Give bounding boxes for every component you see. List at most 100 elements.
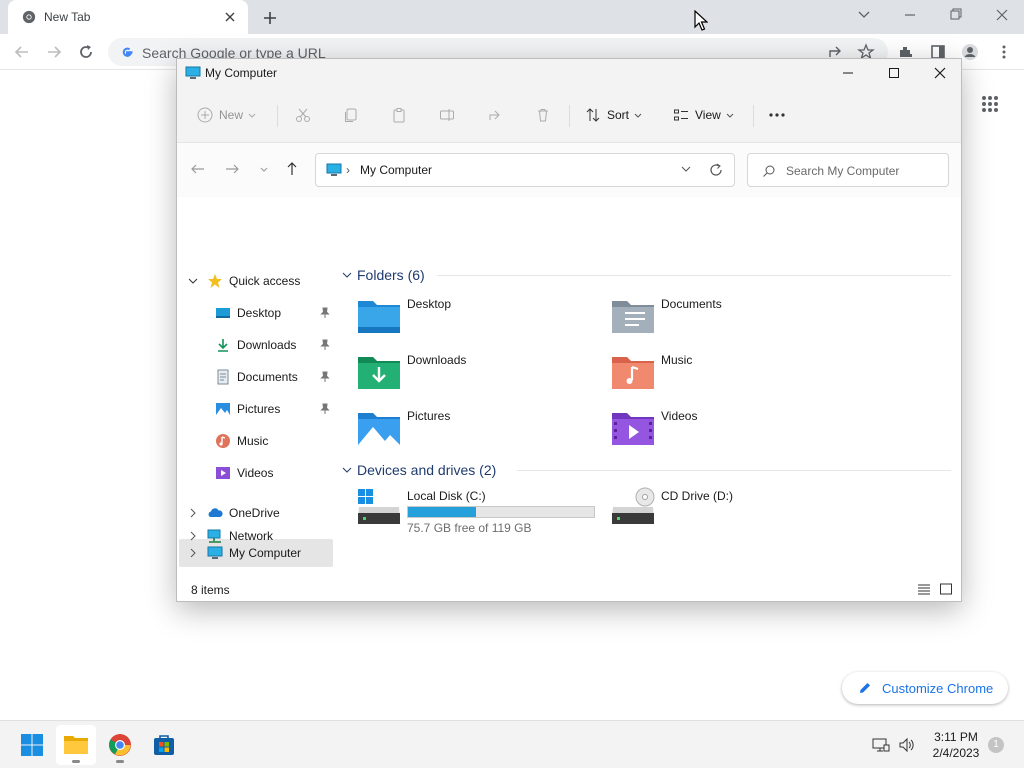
close-icon [934,67,946,79]
sort-button-label: Sort [607,108,630,122]
up-arrow-icon[interactable] [283,160,301,178]
google-apps-icon[interactable] [980,94,1000,114]
forward-arrow-icon[interactable] [223,160,241,178]
sort-button[interactable]: Sort [585,101,643,129]
paste-button[interactable] [391,101,407,129]
clock-date: 2/4/2023 [932,746,980,760]
pencil-icon [860,683,870,693]
clock[interactable]: 3:11 PM 2/4/2023 [928,729,984,761]
cut-button[interactable] [295,101,311,129]
drives-group-header[interactable]: Devices and drives (2) [341,460,496,480]
nav-label: Music [237,434,269,448]
pin-icon[interactable] [319,307,331,319]
volume-icon[interactable] [898,736,916,754]
downloads-folder-icon [358,357,400,389]
taskbar-chrome[interactable] [100,725,140,765]
chrome-tab-new-tab[interactable]: New Tab [8,0,248,34]
folders-group-title: Folders (6) [357,267,425,283]
nav-network[interactable]: Network [179,522,333,550]
pin-icon[interactable] [319,403,331,415]
chrome-restore-icon[interactable] [946,6,966,24]
breadcrumb-chevron-icon[interactable]: › [346,163,350,177]
chrome-menu-icon[interactable] [994,42,1014,62]
explorer-titlebar[interactable]: My Computer [177,59,961,87]
drive-name: Local Disk (C:) [407,489,486,503]
tab-close-icon[interactable] [222,9,238,25]
taskbar-store[interactable] [144,725,184,765]
reload-icon[interactable] [76,42,96,62]
folder-tile-videos[interactable]: Videos [611,407,861,457]
chevron-right-icon[interactable] [187,530,199,542]
active-app-indicator [72,760,80,763]
notification-badge[interactable]: 1 [988,737,1004,753]
chevron-right-icon[interactable] [187,507,199,519]
pin-icon[interactable] [319,339,331,351]
chrome-logo-icon [22,10,36,24]
breadcrumb-my-computer[interactable]: My Computer [360,163,432,177]
drive-tile-local-disk-c[interactable]: Local Disk (C:) 75.7 GB free of 119 GB [357,487,607,537]
address-row: › My Computer [177,143,961,197]
recent-locations-chevron-icon[interactable] [255,160,273,178]
customize-chrome-button[interactable]: Customize Chrome [842,672,1008,704]
nav-label: Videos [237,466,274,480]
folder-tile-music[interactable]: Music [611,351,861,401]
forward-arrow-icon[interactable] [44,42,64,62]
music-folder-icon [612,357,654,389]
nav-pinned-music[interactable]: Music [179,427,333,455]
new-tab-icon[interactable] [260,8,280,28]
new-button[interactable]: New [197,101,257,129]
see-more-button[interactable] [767,101,787,129]
minimize-button[interactable] [825,59,871,87]
pin-icon[interactable] [319,371,331,383]
item-count: 8 items [191,583,230,597]
back-arrow-icon[interactable] [189,160,207,178]
details-view-icon[interactable] [917,582,931,596]
network-tray-icon[interactable] [872,736,890,754]
sort-arrows-icon [586,108,600,122]
maximize-button[interactable] [871,59,917,87]
rename-button[interactable] [439,101,455,129]
drive-tile-cd-drive-d[interactable]: CD Drive (D:) [611,487,861,537]
tab-search-icon[interactable] [854,6,874,24]
windows-logo-icon [21,734,43,756]
nav-pinned-desktop[interactable]: Desktop [179,299,333,327]
taskbar-file-explorer[interactable] [56,725,96,765]
chevron-down-icon [342,272,352,278]
search-input[interactable] [786,162,942,180]
folder-name: Desktop [407,297,452,311]
address-dropdown-icon[interactable] [680,163,692,175]
chevron-down-icon[interactable] [187,275,199,287]
nav-pinned-documents[interactable]: Documents [179,363,333,391]
delete-button[interactable] [535,101,551,129]
search-box[interactable] [747,153,949,187]
profile-avatar-icon[interactable] [960,42,980,62]
chrome-close-icon[interactable] [992,6,1012,24]
chrome-minimize-icon[interactable] [900,6,920,24]
folder-tile-downloads[interactable]: Downloads [357,351,607,401]
share-icon [489,110,500,120]
close-button[interactable] [917,59,961,87]
copy-button[interactable] [343,101,359,129]
folder-tile-desktop[interactable]: Desktop [357,295,607,345]
back-arrow-icon[interactable] [12,42,32,62]
status-bar: 8 items [177,577,961,601]
group-divider [437,275,951,276]
nav-pinned-pictures[interactable]: Pictures [179,395,333,423]
nav-label: OneDrive [229,506,280,520]
command-bar: New Sort View [177,87,961,143]
start-button[interactable] [12,725,52,765]
folder-tile-documents[interactable]: Documents [611,295,861,345]
large-icons-view-icon[interactable] [939,582,953,596]
folders-group-header[interactable]: Folders (6) [341,265,425,285]
view-list-icon [674,109,688,121]
maximize-icon [889,68,899,78]
search-icon [763,165,775,177]
refresh-icon[interactable] [708,162,724,178]
nav-pinned-videos[interactable]: Videos [179,459,333,487]
view-button[interactable]: View [673,101,735,129]
nav-quick-access[interactable]: Quick access [179,267,333,295]
address-bar[interactable]: › My Computer [315,153,735,187]
share-button[interactable] [487,101,503,129]
folder-tile-pictures[interactable]: Pictures [357,407,607,457]
nav-pinned-downloads[interactable]: Downloads [179,331,333,359]
